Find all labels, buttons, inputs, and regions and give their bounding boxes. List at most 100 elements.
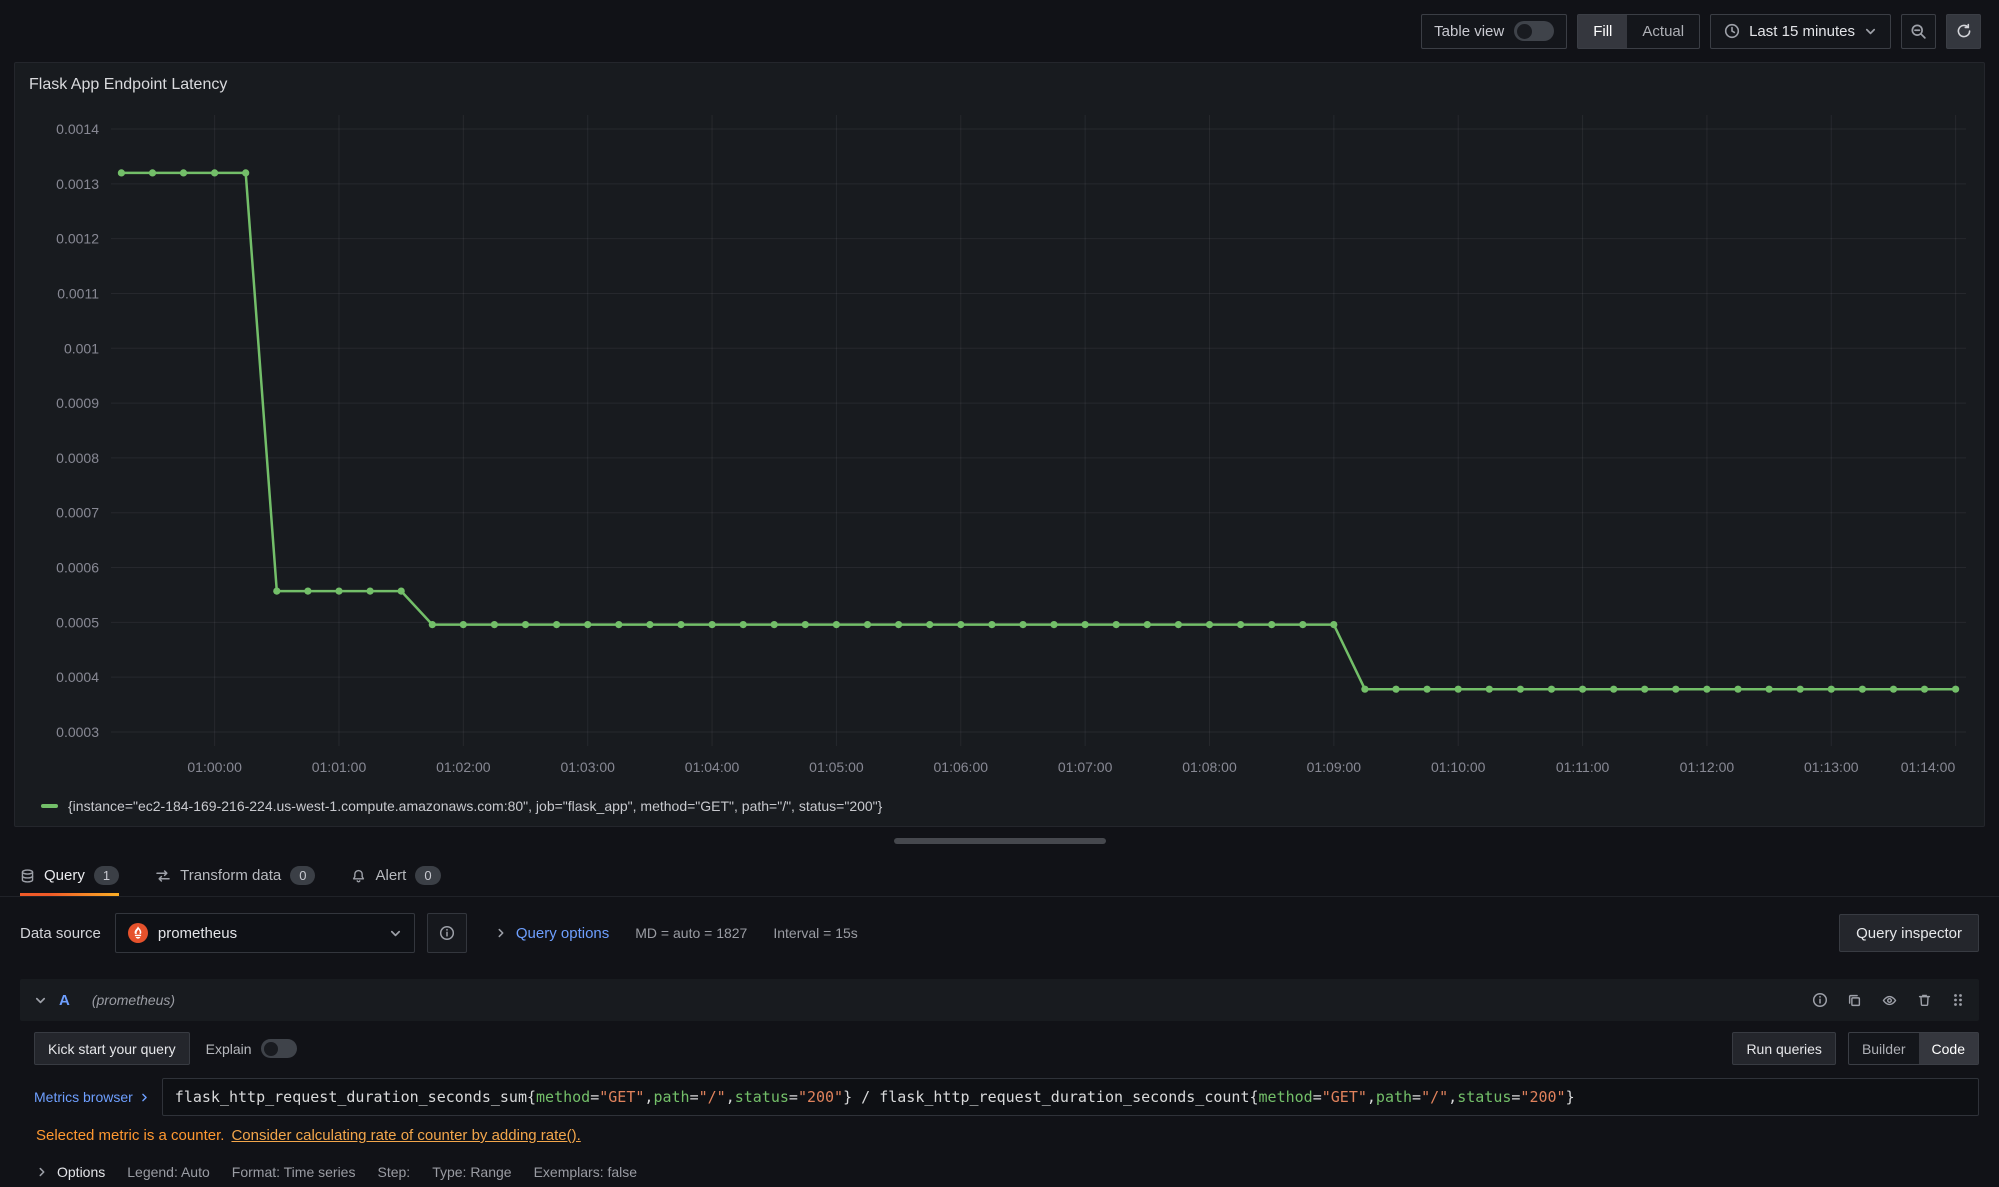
svg-text:01:07:00: 01:07:00: [1058, 759, 1113, 775]
tab-query[interactable]: Query 1: [20, 855, 119, 896]
svg-text:0.0009: 0.0009: [56, 395, 99, 411]
explain-group: Explain: [206, 1039, 297, 1058]
option-step: Step:: [377, 1164, 410, 1180]
counter-warning: Selected metric is a counter. Consider c…: [34, 1127, 1979, 1144]
collapse-query-chevron[interactable]: [34, 994, 47, 1007]
top-toolbar: Table view Fill Actual Last 15 minutes: [0, 0, 1999, 62]
svg-text:01:00:00: 01:00:00: [187, 759, 242, 775]
svg-text:0.0003: 0.0003: [56, 724, 99, 740]
svg-text:0.0007: 0.0007: [56, 505, 99, 521]
tab-alert[interactable]: Alert 0: [351, 855, 440, 896]
svg-text:0.001: 0.001: [64, 340, 99, 356]
svg-text:01:05:00: 01:05:00: [809, 759, 864, 775]
kick-start-button[interactable]: Kick start your query: [34, 1032, 190, 1065]
actual-button[interactable]: Actual: [1627, 15, 1699, 48]
explain-toggle[interactable]: [261, 1039, 297, 1058]
datasource-label: Data source: [20, 925, 101, 942]
code-button[interactable]: Code: [1919, 1033, 1978, 1064]
refresh-icon: [1956, 23, 1972, 39]
database-icon: [20, 868, 35, 884]
panel-resize-row: [0, 827, 1999, 855]
svg-text:01:14:00: 01:14:00: [1901, 759, 1956, 775]
remove-query-button[interactable]: [1917, 992, 1932, 1008]
drag-handle-icon[interactable]: [1951, 992, 1965, 1008]
fill-actual-group: Fill Actual: [1577, 14, 1700, 49]
query-help-button[interactable]: [1812, 992, 1828, 1008]
option-legend: Legend: Auto: [127, 1164, 210, 1180]
svg-text:01:03:00: 01:03:00: [560, 759, 615, 775]
metrics-browser-button[interactable]: Metrics browser: [34, 1089, 150, 1105]
query-inspector-button[interactable]: Query inspector: [1839, 914, 1979, 952]
tab-query-count: 1: [94, 866, 119, 885]
chart-legend: {instance="ec2-184-169-216-224.us-west-1…: [15, 786, 1984, 826]
datasource-picker[interactable]: prometheus: [115, 913, 415, 953]
panel-title: Flask App Endpoint Latency: [15, 63, 1984, 107]
svg-text:01:04:00: 01:04:00: [685, 759, 740, 775]
zoom-out-icon: [1910, 23, 1927, 40]
svg-text:0.0004: 0.0004: [56, 669, 99, 685]
promql-input[interactable]: flask_http_request_duration_seconds_sum{…: [162, 1078, 1979, 1116]
options-row[interactable]: Options Legend: Auto Format: Time series…: [34, 1164, 1979, 1180]
svg-text:0.0013: 0.0013: [56, 176, 99, 192]
query-ref-id[interactable]: A: [59, 992, 70, 1009]
table-view-group: Table view: [1421, 14, 1567, 49]
svg-text:01:13:00: 01:13:00: [1804, 759, 1859, 775]
chevron-right-icon: [36, 1166, 48, 1178]
option-format: Format: Time series: [232, 1164, 356, 1180]
svg-text:0.0006: 0.0006: [56, 560, 99, 576]
table-view-toggle[interactable]: [1514, 21, 1554, 41]
refresh-button[interactable]: [1946, 14, 1981, 49]
info-circle-icon: [439, 925, 455, 941]
latency-panel: Flask App Endpoint Latency 0.00140.00130…: [14, 62, 1985, 827]
transform-icon: [155, 868, 171, 884]
svg-text:01:11:00: 01:11:00: [1556, 759, 1610, 775]
legend-label[interactable]: {instance="ec2-184-169-216-224.us-west-1…: [68, 798, 882, 814]
datasource-info-button[interactable]: [427, 913, 467, 953]
svg-text:01:06:00: 01:06:00: [934, 759, 989, 775]
svg-text:01:12:00: 01:12:00: [1680, 759, 1735, 775]
bell-icon: [351, 868, 366, 884]
editor-tabs: Query 1 Transform data 0 Alert 0: [0, 855, 1999, 897]
option-exemplars: Exemplars: false: [534, 1164, 637, 1180]
query-options-label: Query options: [516, 925, 609, 942]
builder-code-group: Builder Code: [1848, 1032, 1979, 1065]
legend-swatch: [41, 804, 58, 808]
latency-chart[interactable]: 0.0014 0.0013 0.0012 0.0011 0.001 0.0009 0.000…: [25, 107, 1974, 786]
query-editor-body: Kick start your query Explain Run querie…: [20, 1032, 1979, 1180]
warning-rate-link[interactable]: Consider calculating rate of counter by …: [231, 1127, 580, 1144]
svg-text:0.0008: 0.0008: [56, 450, 99, 466]
fill-button[interactable]: Fill: [1578, 15, 1627, 48]
query-toolbar: Kick start your query Explain Run querie…: [34, 1032, 1979, 1065]
tab-transform-data[interactable]: Transform data 0: [155, 855, 315, 896]
chevron-down-icon: [389, 927, 402, 940]
zoom-out-button[interactable]: [1901, 14, 1936, 49]
tab-query-label: Query: [44, 867, 85, 884]
chevron-right-icon: [495, 927, 507, 939]
svg-text:0.0012: 0.0012: [56, 231, 99, 247]
datasource-bar: Data source prometheus Query options MD …: [0, 913, 1999, 953]
hide-response-button[interactable]: [1881, 993, 1898, 1008]
chevron-down-icon: [1864, 25, 1877, 38]
tab-transform-count: 0: [290, 866, 315, 885]
query-options-toggle[interactable]: Query options: [495, 925, 609, 942]
time-range-button[interactable]: Last 15 minutes: [1710, 14, 1891, 49]
tab-alert-label: Alert: [375, 867, 406, 884]
svg-text:01:10:00: 01:10:00: [1431, 759, 1486, 775]
svg-text:01:08:00: 01:08:00: [1182, 759, 1237, 775]
builder-button[interactable]: Builder: [1849, 1033, 1919, 1064]
svg-text:0.0005: 0.0005: [56, 614, 99, 630]
prometheus-flame-icon: [128, 923, 148, 943]
query-editor-card: A (prometheus): [20, 979, 1979, 1180]
duplicate-query-button[interactable]: [1847, 993, 1862, 1008]
svg-text:0.0011: 0.0011: [57, 285, 99, 301]
table-view-label: Table view: [1434, 23, 1504, 40]
clock-icon: [1724, 23, 1740, 39]
svg-text:01:02:00: 01:02:00: [436, 759, 491, 775]
run-queries-button[interactable]: Run queries: [1732, 1032, 1836, 1065]
panel-resize-handle[interactable]: [894, 838, 1106, 844]
query-row-header: A (prometheus): [20, 979, 1979, 1021]
tab-transform-label: Transform data: [180, 867, 281, 884]
warning-text: Selected metric is a counter.: [36, 1127, 224, 1144]
svg-text:0.0014: 0.0014: [56, 121, 99, 137]
chevron-right-icon: [139, 1092, 150, 1103]
